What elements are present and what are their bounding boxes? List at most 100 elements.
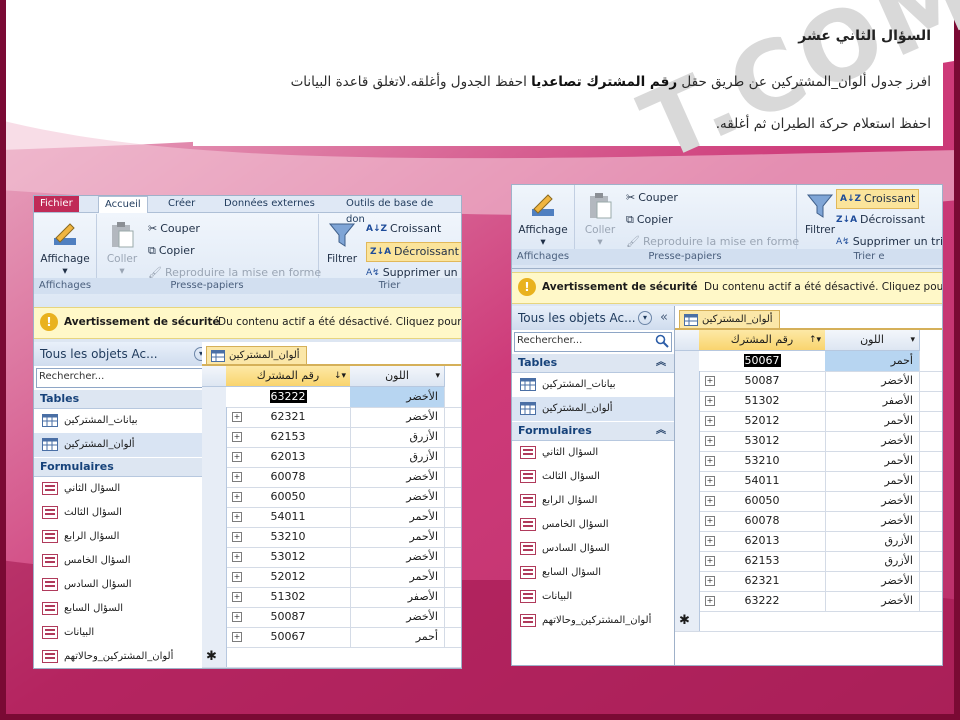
affichage-button[interactable]: Affichage ▾	[514, 191, 572, 248]
row-selector[interactable]	[675, 371, 700, 391]
nav-form-item[interactable]: السؤال السابع	[34, 597, 230, 621]
row-selector[interactable]	[202, 427, 227, 447]
copier-button[interactable]: ⧉ Copier	[626, 211, 673, 229]
cell-color[interactable]: الأصفر	[825, 391, 920, 411]
row-selector[interactable]	[202, 487, 227, 507]
filtrer-button[interactable]: Filtrer	[322, 220, 362, 265]
affichage-button[interactable]: Affichage ▾	[36, 220, 94, 277]
nav-form-item[interactable]: ألوان_المشتركين_وحالاتهم	[34, 645, 230, 668]
cell-color[interactable]: الأخضر	[350, 387, 445, 407]
cell-color[interactable]: الأخضر	[825, 591, 920, 611]
cell-color[interactable]: الأزرق	[825, 551, 920, 571]
cell-color[interactable]: الأخضر	[825, 511, 920, 531]
cell-subscriber-number[interactable]: 52012	[699, 411, 826, 431]
row-selector[interactable]	[675, 471, 700, 491]
nav-form-item[interactable]: السؤال الثالث	[512, 465, 674, 489]
cell-subscriber-number[interactable]: 50087	[699, 371, 826, 391]
cell-color[interactable]: الأخضر	[350, 407, 445, 427]
cell-subscriber-number[interactable]: 63222	[226, 387, 351, 407]
cell-subscriber-number[interactable]: 60078	[226, 467, 351, 487]
table-row[interactable]: +60078 الأخضر	[675, 511, 942, 532]
row-selector[interactable]	[675, 551, 700, 571]
cell-subscriber-number[interactable]: 51302	[699, 391, 826, 411]
table-row[interactable]: +63222الأخضر	[675, 591, 942, 612]
cell-subscriber-number[interactable]: 50087	[226, 607, 351, 627]
cell-color[interactable]: الأزرق	[825, 531, 920, 551]
nav-section-forms[interactable]: Formulaires︽	[34, 458, 230, 477]
column-header-color[interactable]: اللون ▾	[825, 330, 920, 351]
row-selector[interactable]	[202, 407, 227, 427]
cell-subscriber-number[interactable]: 53210	[699, 451, 826, 471]
nav-form-item[interactable]: السؤال السادس	[512, 537, 674, 561]
table-row[interactable]: +60050 الأخضر	[675, 491, 942, 512]
cell-color[interactable]: أحمر	[350, 627, 445, 647]
new-record-row[interactable]: ✱	[202, 647, 461, 668]
row-selector[interactable]	[202, 467, 227, 487]
nav-section-tables[interactable]: Tables︽	[34, 390, 230, 409]
nav-section-forms[interactable]: Formulaires︽	[512, 422, 674, 441]
nav-header[interactable]: Tous les objets Ac... ▾ «	[512, 306, 674, 330]
row-selector[interactable]: ✱	[202, 647, 227, 667]
cell-subscriber-number[interactable]: 50067	[699, 351, 826, 371]
sort-arrow-icon[interactable]: ↑▾	[809, 330, 821, 350]
tab-creer[interactable]: Créer	[162, 196, 201, 212]
cell-subscriber-number[interactable]: 51302	[226, 587, 351, 607]
nav-header[interactable]: Tous les objets Ac... ▾ «	[34, 342, 230, 366]
new-record-row[interactable]: ✱	[675, 611, 942, 632]
tab-fichier[interactable]: Fichier	[34, 196, 79, 212]
nav-form-item[interactable]: السؤال الرابع	[34, 525, 230, 549]
row-selector[interactable]	[675, 591, 700, 611]
dropdown-arrow-icon[interactable]: ▾	[910, 330, 915, 350]
cell-subscriber-number[interactable]: 60050	[226, 487, 351, 507]
search-input[interactable]: Rechercher...	[514, 332, 672, 352]
table-row[interactable]: +53012 الأخضر	[202, 547, 461, 568]
decroissant-button[interactable]: Z↓A Décroissant	[366, 242, 461, 262]
row-selector[interactable]	[675, 391, 700, 411]
row-selector[interactable]	[202, 387, 227, 407]
row-selector[interactable]	[675, 491, 700, 511]
row-selector[interactable]: ✱	[675, 611, 700, 631]
table-row[interactable]: +62013 الأزرق	[202, 447, 461, 468]
table-row[interactable]: +50067أحمر	[202, 627, 461, 648]
dropdown-arrow-icon[interactable]: ▾	[435, 366, 440, 386]
cell-color[interactable]: الأخضر	[350, 607, 445, 627]
cell-color[interactable]: الأحمر	[350, 527, 445, 547]
table-row[interactable]: +62153 الأزرق	[675, 551, 942, 572]
table-row[interactable]: +62013 الأزرق	[675, 531, 942, 552]
tab-donnees-externes[interactable]: Données externes	[218, 196, 321, 212]
row-selector[interactable]	[675, 351, 700, 371]
croissant-button[interactable]: A↓Z Croissant	[366, 220, 441, 238]
row-selector[interactable]	[202, 587, 227, 607]
table-row[interactable]: +60078 الأخضر	[202, 467, 461, 488]
table-row[interactable]: +52012 الأحمر	[675, 411, 942, 432]
cell-subscriber-number[interactable]: 62153	[699, 551, 826, 571]
cell-subscriber-number[interactable]: 62153	[226, 427, 351, 447]
row-selector[interactable]	[675, 511, 700, 531]
cell-color[interactable]: الأحمر	[825, 451, 920, 471]
nav-section-tables[interactable]: Tables︽	[512, 354, 674, 373]
cell-subscriber-number[interactable]: 62013	[226, 447, 351, 467]
cell-color[interactable]: الأحمر	[825, 411, 920, 431]
row-selector[interactable]	[202, 627, 227, 647]
nav-form-item[interactable]: السؤال الخامس	[512, 513, 674, 537]
cell-subscriber-number[interactable]: 60078	[699, 511, 826, 531]
row-selector[interactable]	[675, 411, 700, 431]
table-row[interactable]: +53210 الأحمر	[202, 527, 461, 548]
table-row[interactable]: +50067أحمر	[675, 351, 942, 372]
cell-subscriber-number[interactable]: 62321	[226, 407, 351, 427]
cell-subscriber-number[interactable]: 53012	[226, 547, 351, 567]
cell-subscriber-number[interactable]: 54011	[699, 471, 826, 491]
cell-color[interactable]: الأحمر	[350, 567, 445, 587]
collapse-icon[interactable]: «	[660, 306, 668, 330]
cell-color[interactable]: أحمر	[825, 351, 920, 371]
table-row[interactable]: +60050 الأخضر	[202, 487, 461, 508]
tab-accueil[interactable]: Accueil	[98, 196, 148, 213]
nav-form-item[interactable]: السؤال الثاني	[34, 477, 230, 501]
table-tab[interactable]: ألوان_المشتركين	[206, 346, 307, 365]
nav-table-item-selected[interactable]: ألوان_المشتركين	[512, 397, 674, 421]
row-selector[interactable]	[675, 571, 700, 591]
table-row[interactable]: +51302 الأصفر	[675, 391, 942, 412]
table-row[interactable]: +62153 الأزرق	[202, 427, 461, 448]
cell-subscriber-number[interactable]: 62013	[699, 531, 826, 551]
copier-button[interactable]: ⧉ Copier	[148, 242, 195, 260]
